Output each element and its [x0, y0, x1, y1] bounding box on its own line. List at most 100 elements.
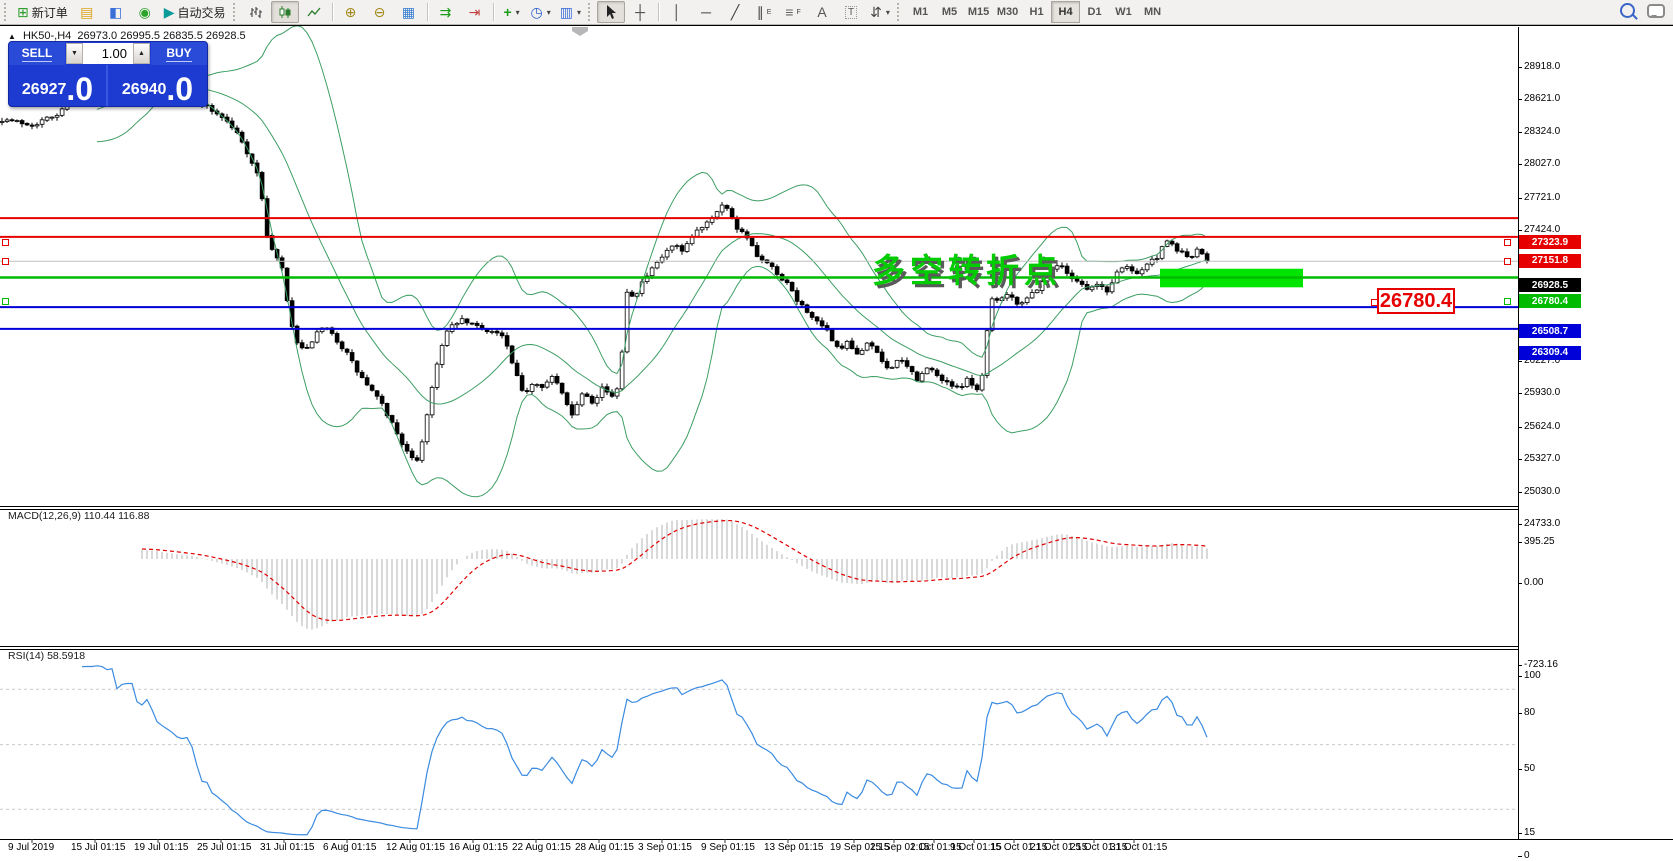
toolbar-grip[interactable] [897, 3, 903, 21]
zoom-out-button[interactable]: ⊖ [366, 1, 394, 23]
buy-price[interactable]: 26940.0 [108, 65, 207, 106]
zoom-in-icon: ⊕ [345, 4, 357, 20]
timeframe-button-h4[interactable]: H4 [1051, 1, 1080, 23]
timeframe-button-h1[interactable]: H1 [1022, 1, 1051, 23]
channel-tool-button[interactable]: ∥E [750, 1, 778, 23]
price-tag-26309.4: 26309.4 [1519, 346, 1581, 360]
date-axis-label: 22 Aug 01:15 [512, 842, 571, 853]
rsi-axis-tick: 50 [1524, 763, 1535, 774]
date-axis-label: 6 Aug 01:15 [323, 842, 376, 853]
date-axis-label: 15 Jul 01:15 [71, 842, 126, 853]
price-axis-tick: 25624.0 [1524, 421, 1560, 432]
vertical-line-icon: │ [673, 4, 682, 20]
price-tag-26508.7: 26508.7 [1519, 324, 1581, 338]
text-icon: A [817, 4, 826, 20]
trendline-tool-button[interactable]: ╱ [721, 1, 749, 23]
toolbar-grip[interactable] [4, 3, 10, 21]
line-handle[interactable] [2, 239, 9, 246]
price-tag-27151.8: 27151.8 [1519, 254, 1581, 268]
buy-button[interactable]: BUY [151, 42, 207, 65]
indicators-button[interactable]: +▾ [498, 1, 526, 23]
line-handle[interactable] [2, 258, 9, 265]
horizontal-line-icon: ─ [701, 4, 711, 20]
new-order-label: 新订单 [32, 4, 68, 21]
templates-button[interactable]: ▥▾ [556, 1, 585, 23]
indicators-icon: + [503, 4, 511, 20]
rsi-axis-tick: 100 [1524, 670, 1541, 681]
timeframe-button-mn[interactable]: MN [1138, 1, 1167, 23]
price-axis-tick: 28621.0 [1524, 93, 1560, 104]
bar-chart-button[interactable] [242, 1, 270, 23]
chat-icon[interactable] [1647, 4, 1665, 18]
zoom-out-icon: ⊖ [374, 4, 386, 20]
tile-windows-button[interactable]: ▦ [395, 1, 423, 23]
volume-decrease-button[interactable]: ▼ [66, 43, 83, 64]
chart-canvas[interactable] [0, 26, 1673, 858]
timeframe-toolbar: M1M5M15M30H1H4D1W1MN [906, 1, 1167, 23]
rsi-axis-tick: 15 [1524, 827, 1535, 838]
line-handle[interactable] [2, 298, 9, 305]
price-callout-tag[interactable]: 26780.4 [1377, 288, 1455, 314]
volume-input[interactable]: 1.00 [83, 43, 133, 64]
candlestick-chart-button[interactable] [271, 1, 299, 23]
toolbar-grip[interactable] [233, 3, 239, 21]
volume-increase-button[interactable]: ▲ [133, 43, 150, 64]
price-axis-tick: 25327.0 [1524, 453, 1560, 464]
arrows-tool-button[interactable]: ⇵▾ [866, 1, 894, 23]
arrows-icon: ⇵ [870, 4, 882, 20]
horizontal-line-tool-button[interactable]: ─ [692, 1, 720, 23]
text-label-tool-button[interactable]: T [837, 1, 865, 23]
macd-axis-tick: -723.16 [1524, 659, 1558, 670]
new-order-button[interactable]: ⊞ 新订单 [13, 1, 72, 23]
zoom-in-button[interactable]: ⊕ [337, 1, 365, 23]
timeframe-button-m1[interactable]: M1 [906, 1, 935, 23]
line-chart-button[interactable] [300, 1, 328, 23]
fibonacci-tool-button[interactable]: ≡F [779, 1, 807, 23]
bollinger-upper-band [97, 26, 1207, 374]
chevron-down-icon: ▾ [886, 8, 890, 17]
rsi-indicator-label: RSI(14) 58.5918 [8, 650, 85, 662]
navigator-button[interactable]: ◉ [131, 1, 159, 23]
chart-shift-button[interactable]: ⇥ [461, 1, 489, 23]
auto-trading-button[interactable]: ▶ 自动交易 [160, 1, 230, 23]
date-axis-label: 9 Jul 2019 [8, 842, 54, 853]
chevron-down-icon: ▾ [547, 8, 551, 17]
toolbar-grip[interactable] [588, 3, 594, 21]
macd-axis-tick: 395.25 [1524, 536, 1555, 547]
date-axis-label: 3 Sep 01:15 [638, 842, 692, 853]
scroll-position-marker[interactable] [572, 27, 588, 36]
timeframe-button-d1[interactable]: D1 [1080, 1, 1109, 23]
vertical-line-tool-button[interactable]: │ [663, 1, 691, 23]
timeframe-button-m30[interactable]: M30 [993, 1, 1022, 23]
symbol-collapse-icon[interactable]: ▲ [8, 32, 16, 41]
data-window-button[interactable]: ◧ [102, 1, 130, 23]
tile-windows-icon: ▦ [402, 4, 415, 20]
sell-price[interactable]: 26927.0 [9, 65, 108, 106]
timeframe-button-m5[interactable]: M5 [935, 1, 964, 23]
date-axis-label: 31 Jul 01:15 [260, 842, 315, 853]
price-axis-tick: 25030.0 [1524, 486, 1560, 497]
price-axis-tick: 27424.0 [1524, 224, 1560, 235]
cursor-tool-button[interactable] [597, 1, 625, 23]
sell-button[interactable]: SELL [9, 42, 65, 65]
clock-icon: ◷ [531, 4, 543, 20]
price-tag-26928.5: 26928.5 [1519, 278, 1581, 292]
search-icon[interactable] [1620, 3, 1635, 18]
price-axis-tick: 28918.0 [1524, 61, 1560, 72]
crosshair-tool-button[interactable]: ┼ [626, 1, 654, 23]
channel-icon: ∥ [757, 4, 764, 20]
periods-button[interactable]: ◷▾ [527, 1, 555, 23]
fibonacci-icon: ≡ [785, 4, 793, 20]
date-axis-label: 9 Sep 01:15 [701, 842, 755, 853]
price-axis-tick: 27721.0 [1524, 192, 1560, 203]
market-watch-button[interactable]: ▤ [73, 1, 101, 23]
timeframe-button-m15[interactable]: M15 [964, 1, 993, 23]
line-handle[interactable] [1504, 258, 1511, 265]
line-handle[interactable] [1504, 298, 1511, 305]
line-handle[interactable] [1504, 239, 1511, 246]
auto-scroll-button[interactable]: ⇉ [432, 1, 460, 23]
rsi-axis-tick: 80 [1524, 707, 1535, 718]
date-axis-label: 13 Sep 01:15 [764, 842, 824, 853]
text-tool-button[interactable]: A [808, 1, 836, 23]
timeframe-button-w1[interactable]: W1 [1109, 1, 1138, 23]
